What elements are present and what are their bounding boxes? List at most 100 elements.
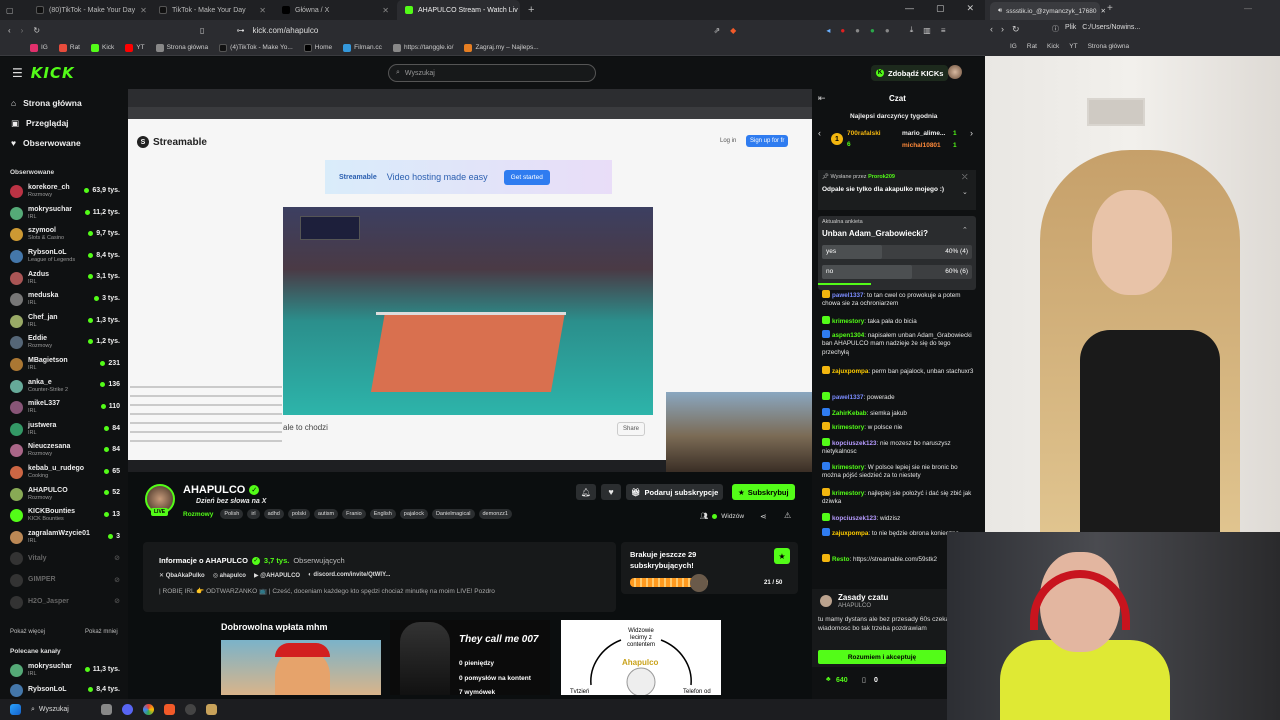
stream-tag[interactable]: irl — [247, 509, 260, 519]
followed-channel-item[interactable]: justwera IRL 84 — [0, 419, 128, 441]
followed-channel-item[interactable]: Azdus IRL 3,1 tys. — [0, 267, 128, 289]
site-info-icon[interactable]: ⊶ — [236, 26, 244, 35]
brave-icon[interactable] — [164, 704, 175, 715]
poll-option[interactable]: no 60% (6) — [822, 265, 972, 279]
points-balance[interactable]: 0 — [874, 677, 878, 684]
bookmark-item[interactable]: IG — [30, 43, 48, 52]
extension-icon[interactable]: ● — [855, 26, 860, 35]
bookmark-item[interactable]: https://tanggle.io/ — [392, 43, 453, 52]
followed-channel-item[interactable]: mokrysuchar IRL 11,2 tys. — [0, 203, 128, 225]
new-tab-icon[interactable]: + — [520, 4, 534, 16]
user-avatar[interactable] — [948, 65, 962, 79]
nav-home[interactable]: ⌂ Strona główna — [0, 93, 128, 113]
record-icon[interactable]: ● — [840, 26, 845, 35]
bookmark-item[interactable]: Kick — [91, 43, 114, 52]
followed-channel-item[interactable]: Eddie Rozmowy 1,2 tys. — [0, 332, 128, 354]
bookmark-item[interactable]: (4)TikTok - Make Yo... — [219, 43, 293, 52]
offline-channel-item[interactable]: GIMPER ⊘ — [0, 570, 128, 592]
share-icon[interactable]: ⇗ — [713, 26, 720, 35]
close-window-icon[interactable]: ✕ — [967, 3, 975, 14]
obs-icon[interactable] — [185, 704, 196, 715]
stream-tag[interactable]: adhd — [263, 509, 284, 519]
pinned-by-user[interactable]: Prorok209 — [868, 174, 895, 180]
accept-rules-button[interactable]: Rozumiem i akceptuję — [818, 650, 946, 664]
close-tab-icon[interactable]: ✕ — [140, 6, 147, 15]
task-view-icon[interactable] — [101, 704, 112, 715]
search-input[interactable]: ⌕ Wyszukaj — [388, 64, 596, 82]
stream-tag[interactable]: pajalock — [399, 509, 428, 519]
kicks-balance[interactable]: 640 — [836, 677, 848, 684]
social-link-discord[interactable]: ◐ discord.com/invite/QtWlY... — [308, 572, 390, 579]
forward-icon[interactable]: › — [21, 26, 24, 35]
forward-icon[interactable]: › — [1001, 24, 1004, 35]
download-icon[interactable]: ⤓ — [910, 25, 914, 35]
close-tab-icon[interactable]: ✕ — [259, 6, 266, 15]
offline-channel-item[interactable]: Vitaly ⊘ — [0, 548, 128, 570]
stream-tag[interactable]: demonzz1 — [478, 509, 512, 519]
taskbar-search[interactable]: ⌕ Wyszukaj — [31, 706, 91, 714]
reload-icon[interactable]: ↻ — [1012, 24, 1020, 35]
browser-tab[interactable]: TikTok - Make Your Day ✕ — [151, 0, 274, 20]
bookmark-item[interactable]: Home — [303, 43, 332, 52]
gifters-prev-icon[interactable]: ‹ — [818, 128, 821, 138]
nav-following[interactable]: ♥ Obserwowane — [0, 133, 128, 153]
chat-username[interactable]: zajuxpompa — [832, 530, 868, 537]
bookmark-item[interactable]: Rat — [1027, 43, 1037, 50]
chat-username[interactable]: kopciuszek123 — [832, 515, 876, 522]
close-tab-icon[interactable]: ✕ — [1101, 7, 1106, 15]
gift-sub-button[interactable]: 🎁︎ Podaruj subskrypcje — [626, 484, 724, 500]
browser-tab[interactable]: Główna / X ✕ — [274, 0, 397, 20]
followed-channel-item[interactable]: zagralamWzycie01 IRL 3 — [0, 527, 128, 549]
stream-tag[interactable]: autism — [313, 509, 339, 519]
report-icon[interactable]: ⚠ — [784, 511, 791, 520]
url-field[interactable]: ⊶ kick.com/ahapulco — [228, 22, 678, 38]
offline-channel-item[interactable]: H2O_Jasper ⊘ — [0, 591, 128, 613]
unpin-icon[interactable]: ⤫ — [962, 174, 968, 182]
gifter-name[interactable]: michal10801 — [902, 142, 941, 149]
extension-icon[interactable]: ◂ — [826, 26, 830, 35]
tab-list-icon[interactable]: ▢ — [6, 6, 14, 15]
browser-tab-active[interactable]: AHAPULCO Stream - Watch Liv✕ — [397, 0, 520, 20]
bookmark-item[interactable]: Zagraj.my – Najleps... — [464, 43, 539, 52]
sidebar-icon[interactable]: ▥ — [923, 26, 931, 35]
chat-username[interactable]: krimestory — [832, 464, 864, 471]
back-icon[interactable]: ‹ — [990, 24, 993, 35]
channel-name[interactable]: AHAPULCO ✓ — [183, 484, 260, 496]
chat-username[interactable]: krimestory — [832, 490, 864, 497]
follow-heart-icon[interactable]: ♥ — [601, 484, 621, 500]
social-link-instagram[interactable]: ◎ ahapulco — [213, 572, 246, 579]
stream-tag[interactable]: English — [369, 509, 396, 519]
bookmark-item[interactable]: Rat — [58, 43, 80, 52]
recommended-channel-item[interactable]: RybsonLoL 8,4 tys. — [0, 680, 128, 700]
bookmark-item[interactable]: Strona główna — [1088, 43, 1130, 50]
back-icon[interactable]: ‹ — [8, 26, 11, 35]
new-tab-icon[interactable]: + — [1107, 3, 1113, 14]
followed-channel-item[interactable]: RybsonLoL League of Legends 8,4 tys. — [0, 246, 128, 268]
collapse-chat-icon[interactable]: ⇤ — [818, 93, 826, 104]
chat-username[interactable]: kopciuszek123 — [832, 440, 876, 447]
chat-username[interactable]: aspen1304 — [832, 332, 864, 339]
stream-tag[interactable]: polski — [287, 509, 310, 519]
social-link-x[interactable]: ✕ QbaAkaPulko — [159, 572, 205, 579]
recommended-channel-item[interactable]: mokrysuchar IRL 11,3 tys. — [0, 660, 128, 680]
chat-username[interactable]: pawel1337 — [832, 394, 864, 401]
bookmark-item[interactable]: Filman.cc — [343, 43, 382, 52]
bookmark-item[interactable]: IG — [1010, 43, 1017, 50]
brave-shield-icon[interactable]: ◆ — [730, 26, 736, 35]
chat-username[interactable]: pawel1337 — [832, 292, 864, 299]
followed-channel-item[interactable]: Nieuczesana Rozmowy 84 — [0, 440, 128, 462]
poll-option[interactable]: yes 40% (4) — [822, 245, 972, 259]
followed-channel-item[interactable]: meduska IRL 3 tys. — [0, 289, 128, 311]
followed-channel-item[interactable]: korekore_ch Rozmowy 63,9 tys. — [0, 181, 128, 203]
followed-channel-item[interactable]: kebab_u_rudego Cooking 65 — [0, 462, 128, 484]
file-explorer-icon[interactable] — [206, 704, 217, 715]
followed-channel-item[interactable]: mikeL337 IRL 110 — [0, 397, 128, 419]
kick-logo[interactable]: KICK — [31, 64, 75, 82]
followed-channel-item[interactable]: anka_e Counter-Strike 2 136 — [0, 375, 128, 397]
minimize-icon[interactable]: — — [905, 3, 914, 14]
followed-channel-item[interactable]: szymool Slots & Casino 9,7 tys. — [0, 224, 128, 246]
get-kicks-button[interactable]: K Zdobądź KICKs — [871, 65, 949, 81]
followed-channel-item[interactable]: KICKBounties KICK Bounties 13 — [0, 505, 128, 527]
bookmark-item[interactable]: Strona główna — [155, 43, 208, 52]
close-tab-icon[interactable]: ✕ — [382, 6, 389, 15]
